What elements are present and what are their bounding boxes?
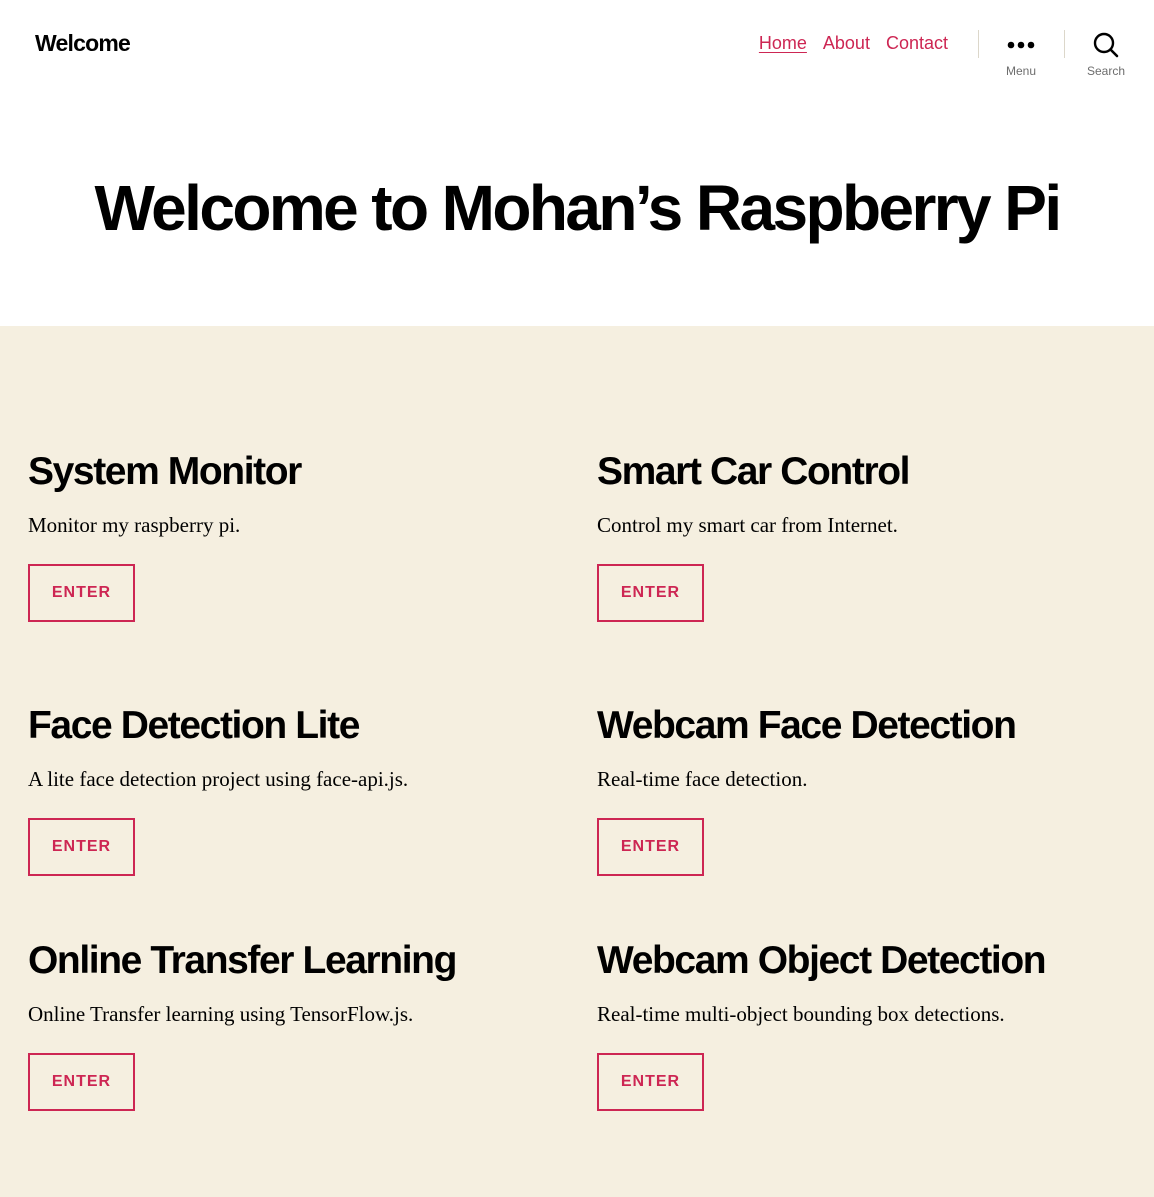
nav-link-about[interactable]: About bbox=[823, 33, 870, 54]
site-title-link[interactable]: Welcome bbox=[35, 30, 131, 57]
search-icon bbox=[1071, 30, 1141, 60]
enter-button[interactable]: ENTER bbox=[597, 818, 704, 876]
page-hero: Welcome to Mohan’s Raspberry Pi bbox=[0, 90, 1154, 326]
site-header: Welcome Home About Contact Menu Search bbox=[0, 0, 1154, 90]
menu-toggle-button[interactable]: Menu bbox=[986, 30, 1056, 78]
search-toggle-label: Search bbox=[1086, 64, 1126, 78]
project-card-webcam-object-detection: Webcam Object Detection Real-time multi-… bbox=[597, 939, 1137, 1111]
menu-toggle-label: Menu bbox=[1005, 64, 1037, 78]
project-card-online-transfer-learning: Online Transfer Learning Online Transfer… bbox=[28, 939, 568, 1111]
primary-nav: Home About Contact bbox=[759, 33, 948, 54]
header-divider bbox=[978, 30, 979, 58]
project-title: Webcam Object Detection bbox=[597, 939, 1047, 982]
project-title: Face Detection Lite bbox=[28, 704, 360, 747]
project-card-smart-car-control: Smart Car Control Control my smart car f… bbox=[597, 450, 1137, 622]
project-description: A lite face detection project using face… bbox=[28, 767, 409, 791]
project-card-webcam-face-detection: Webcam Face Detection Real-time face det… bbox=[597, 704, 1137, 876]
project-description: Online Transfer learning using TensorFlo… bbox=[28, 1002, 414, 1026]
enter-button[interactable]: ENTER bbox=[597, 1053, 704, 1111]
project-title: Smart Car Control bbox=[597, 450, 910, 493]
project-description: Real-time multi-object bounding box dete… bbox=[597, 1002, 1005, 1026]
enter-button[interactable]: ENTER bbox=[28, 1053, 135, 1111]
nav-link-contact[interactable]: Contact bbox=[886, 33, 948, 54]
project-title: Online Transfer Learning bbox=[28, 939, 457, 982]
nav-link-home[interactable]: Home bbox=[759, 33, 807, 54]
header-divider bbox=[1064, 30, 1065, 58]
page-title: Welcome to Mohan’s Raspberry Pi bbox=[94, 172, 1063, 244]
search-toggle-button[interactable]: Search bbox=[1071, 30, 1141, 78]
project-description: Real-time face detection. bbox=[597, 767, 808, 791]
enter-button[interactable]: ENTER bbox=[597, 564, 704, 622]
project-card-system-monitor: System Monitor Monitor my raspberry pi. … bbox=[28, 450, 568, 622]
projects-section: System Monitor Monitor my raspberry pi. … bbox=[0, 326, 1154, 1197]
project-description: Monitor my raspberry pi. bbox=[28, 513, 241, 537]
project-description: Control my smart car from Internet. bbox=[597, 513, 898, 537]
enter-button[interactable]: ENTER bbox=[28, 818, 135, 876]
enter-button[interactable]: ENTER bbox=[28, 564, 135, 622]
project-title: System Monitor bbox=[28, 450, 302, 493]
project-card-face-detection-lite: Face Detection Lite A lite face detectio… bbox=[28, 704, 568, 876]
ellipsis-icon bbox=[986, 30, 1056, 60]
project-title: Webcam Face Detection bbox=[597, 704, 1017, 747]
